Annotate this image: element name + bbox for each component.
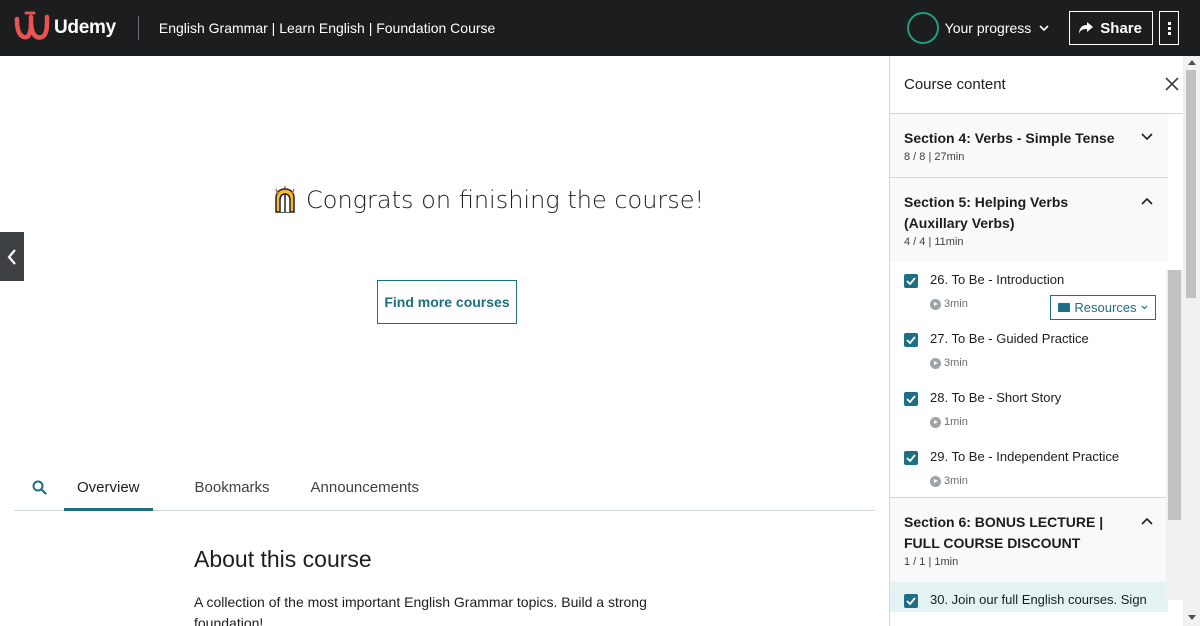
sidebar-title: Course content: [904, 76, 1006, 93]
course-tabs: Overview Bookmarks Announcements: [14, 466, 875, 511]
lecture-title: 26. To Be - Introduction: [930, 272, 1065, 287]
section-6[interactable]: Section 6: BONUS LECTURE | FULL COURSE D…: [890, 498, 1168, 582]
lecture-item[interactable]: 26. To Be - Introduction 3min Resources: [890, 262, 1168, 321]
section-5[interactable]: Section 5: Helping Verbs (Auxillary Verb…: [890, 178, 1168, 262]
lecture-duration: 3min: [930, 357, 968, 369]
lecture-duration: 1min: [930, 416, 968, 428]
lecture-title: 28. To Be - Short Story: [930, 390, 1062, 405]
folder-icon: [1058, 303, 1071, 312]
tab-bookmarks[interactable]: Bookmarks: [182, 465, 283, 510]
more-options-button[interactable]: [1159, 11, 1179, 45]
lecture-item[interactable]: 30. Join our full English courses. Sign: [890, 582, 1168, 612]
logo-text: Udemy: [54, 17, 116, 38]
check-icon: [906, 454, 916, 462]
lecture-list-scrollbar[interactable]: [1166, 270, 1183, 600]
header-divider: [137, 16, 139, 40]
lecture-item[interactable]: 28. To Be - Short Story 1min: [890, 380, 1168, 439]
section-meta: 4 / 4 | 11min: [904, 236, 964, 248]
udemy-logo-icon: [14, 11, 50, 40]
resources-button[interactable]: Resources: [1050, 295, 1156, 320]
dot-icon: [1167, 26, 1171, 30]
lecture-title: 30. Join our full English courses. Sign: [930, 592, 1147, 607]
chevron-up-icon: [1141, 517, 1153, 525]
progress-label: Your progress: [944, 20, 1032, 36]
completed-checkbox[interactable]: [904, 274, 918, 288]
play-icon: [930, 298, 941, 310]
section-4[interactable]: Section 4: Verbs - Simple Tense 8 / 8 | …: [890, 114, 1168, 178]
progress-dropdown[interactable]: Your progress: [945, 20, 1050, 36]
check-icon: [906, 395, 916, 403]
section-meta: 8 / 8 | 27min: [904, 151, 965, 163]
udemy-logo[interactable]: Udemy: [14, 0, 116, 56]
completed-checkbox[interactable]: [904, 392, 918, 406]
sidebar-scrollbar[interactable]: [1183, 56, 1200, 626]
congrats-message: Congrats on finishing the course!: [272, 186, 704, 214]
share-label: Share: [1100, 19, 1142, 37]
dot-icon: [1167, 21, 1171, 25]
check-icon: [906, 277, 916, 285]
lecture-item[interactable]: 29. To Be - Independent Practice 3min: [890, 439, 1168, 498]
dot-icon: [1167, 31, 1171, 35]
about-heading: About this course: [194, 546, 372, 572]
scrollbar-thumb[interactable]: [1186, 70, 1196, 298]
chevron-down-icon: [1141, 305, 1147, 310]
section-title: Section 6: BONUS LECTURE | FULL COURSE D…: [904, 514, 1104, 551]
section-meta: 1 / 1 | 1min: [904, 556, 959, 568]
main-content: Congrats on finishing the course! Find m…: [0, 56, 889, 626]
top-header: Udemy English Grammar | Learn English | …: [0, 0, 1200, 56]
resources-label: Resources: [1074, 300, 1137, 315]
play-icon: [930, 475, 941, 487]
course-title-link[interactable]: English Grammar | Learn English | Founda…: [159, 20, 495, 36]
raised-hands-icon: [275, 186, 295, 213]
sidebar-header: Course content: [890, 56, 1200, 114]
section-title: Section 5: Helping Verbs (Auxillary Verb…: [904, 194, 1069, 231]
find-more-courses-button[interactable]: Find more courses: [377, 280, 517, 324]
scroll-down-icon[interactable]: [1188, 615, 1196, 620]
completed-checkbox[interactable]: [904, 594, 918, 608]
tab-announcements[interactable]: Announcements: [298, 465, 432, 510]
tab-overview[interactable]: Overview: [64, 465, 153, 511]
completed-checkbox[interactable]: [904, 333, 918, 347]
progress-ring-icon[interactable]: [906, 12, 939, 44]
lecture-duration: 3min: [930, 298, 968, 310]
chevron-left-icon: [7, 248, 16, 265]
previous-lecture-button[interactable]: [0, 232, 24, 281]
scrollbar-thumb[interactable]: [1168, 270, 1181, 520]
lecture-title: 29. To Be - Independent Practice: [930, 449, 1120, 464]
congrats-text: Congrats on finishing the course!: [306, 186, 705, 214]
duration-text: 3min: [944, 298, 968, 310]
header-actions: Your progress Share: [906, 0, 1200, 56]
chevron-up-icon: [1141, 197, 1153, 205]
share-button[interactable]: Share: [1069, 11, 1153, 45]
course-content-sidebar: Course content Section 4: Verbs - Simple…: [889, 56, 1200, 626]
scroll-up-icon[interactable]: [1188, 60, 1196, 65]
play-icon: [930, 416, 941, 428]
duration-text: 1min: [944, 416, 968, 428]
search-tab[interactable]: [14, 465, 64, 510]
close-icon[interactable]: [1164, 76, 1180, 92]
play-icon: [930, 357, 941, 369]
lecture-title: 27. To Be - Guided Practice: [930, 331, 1089, 346]
share-icon: [1079, 22, 1094, 34]
chevron-down-icon: [1039, 24, 1049, 31]
search-icon: [32, 480, 47, 495]
duration-text: 3min: [944, 357, 968, 369]
section-title: Section 4: Verbs - Simple Tense: [904, 130, 1115, 146]
completed-checkbox[interactable]: [904, 451, 918, 465]
duration-text: 3min: [944, 475, 968, 487]
chevron-down-icon: [1141, 133, 1153, 141]
check-icon: [906, 597, 916, 605]
lecture-item[interactable]: 27. To Be - Guided Practice 3min: [890, 321, 1168, 380]
check-icon: [906, 336, 916, 344]
about-text: A collection of the most important Engli…: [194, 594, 647, 626]
lecture-duration: 3min: [930, 475, 968, 487]
